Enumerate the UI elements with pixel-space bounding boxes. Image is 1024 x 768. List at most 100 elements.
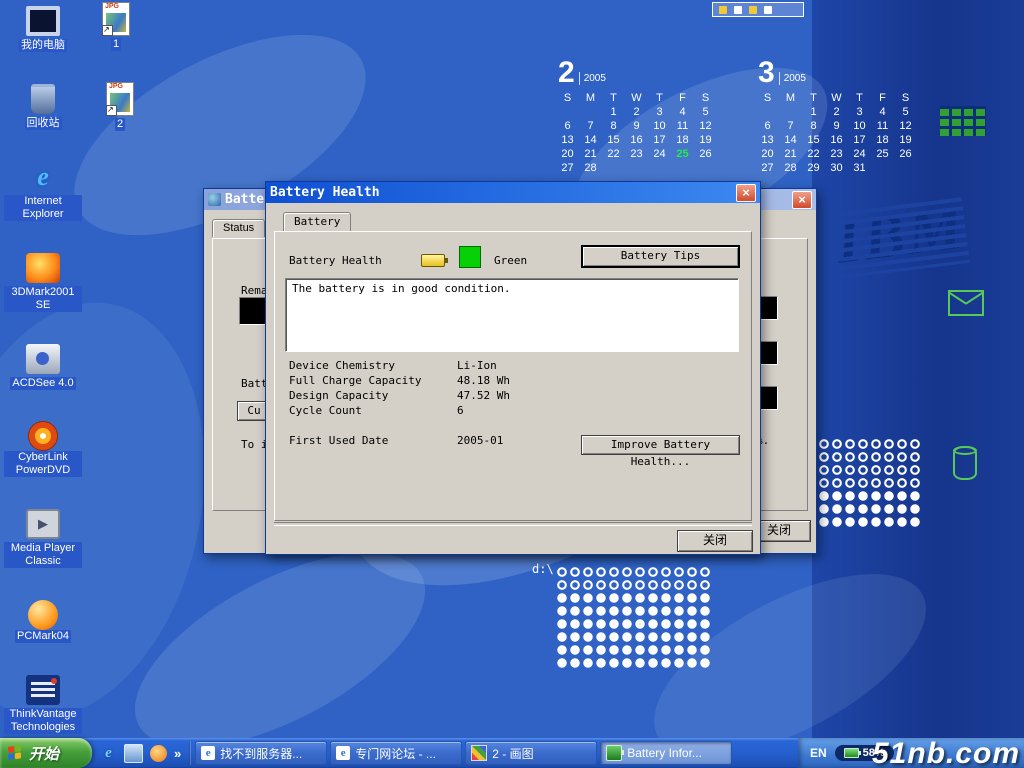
calendar-date: 14	[779, 133, 802, 147]
desktop-icon-3dmark[interactable]: 3DMark2001 SE	[4, 253, 82, 312]
desktop-icon-label: ACDSee 4.0	[10, 377, 75, 390]
wallpaper-dot-grid	[556, 592, 712, 670]
calendar-title: 22005	[558, 54, 717, 88]
calendar-date	[894, 161, 917, 175]
desktop-icon-label: ThinkVantage Technologies	[4, 708, 82, 734]
calendar-day-header: F	[871, 91, 894, 105]
calendar-day-header: S	[894, 91, 917, 105]
condition-textbox[interactable]: The battery is in good condition.	[285, 278, 739, 352]
calendar-date: 15	[802, 133, 825, 147]
jpg-badge: JPG	[109, 83, 123, 90]
desktop-icon-ie[interactable]: Internet Explorer	[4, 162, 82, 221]
field-value: 48.18 Wh	[457, 375, 510, 387]
calendar-date: 15	[602, 133, 625, 147]
first-used-row: First Used Date 2005-01	[289, 435, 503, 447]
tab-battery[interactable]: Battery	[283, 212, 351, 231]
calendar-date: 24	[848, 147, 871, 161]
cylinder-icon	[953, 446, 977, 480]
ie-icon	[201, 746, 215, 760]
plug-icon	[719, 6, 727, 14]
calendar-day-header: T	[602, 91, 625, 105]
speaker-icon	[734, 6, 742, 14]
calendar-date: 26	[894, 147, 917, 161]
desktop-icon-thinkvantage[interactable]: ThinkVantage Technologies	[4, 675, 82, 734]
calendar-date: 9	[825, 119, 848, 133]
field-label: Full Charge Capacity	[289, 375, 457, 387]
field-label: Device Chemistry	[289, 360, 457, 372]
taskbar-task-2[interactable]: 专门网论坛 - ...	[330, 741, 462, 765]
desktop-icon-label: 回收站	[25, 117, 62, 130]
powerdvd-icon	[28, 421, 58, 451]
calendar-date	[871, 161, 894, 175]
dialog-titlebar[interactable]: Battery Health	[266, 182, 760, 203]
calendar-date: 24	[648, 147, 671, 161]
grid-icon	[940, 106, 986, 136]
calendar-day-header: W	[625, 91, 648, 105]
calendar-date	[671, 161, 694, 175]
calendar-date: 20	[756, 147, 779, 161]
close-icon[interactable]	[792, 191, 812, 209]
field-value: 47.52 Wh	[457, 390, 510, 402]
calendar-date: 29	[802, 161, 825, 175]
close-icon[interactable]	[736, 184, 756, 202]
desktop-icon-my-computer[interactable]: 我的电脑	[4, 6, 82, 52]
thinkvantage-icon	[26, 675, 60, 705]
taskbar-task-3[interactable]: 2 - 画图	[465, 741, 597, 765]
calendar-day-header: S	[694, 91, 717, 105]
language-indicator[interactable]: EN	[810, 746, 827, 760]
calendar-date: 5	[894, 105, 917, 119]
close-button[interactable]: 关闭	[677, 530, 753, 552]
calendar-date	[625, 161, 648, 175]
desktop-icon-mpc[interactable]: Media Player Classic	[4, 509, 82, 568]
wallpaper-widget-strip	[712, 2, 804, 17]
3dmark-icon	[26, 253, 60, 283]
calendar-month: 2	[558, 58, 575, 88]
shortcut-arrow-icon	[102, 25, 113, 36]
battery-app-icon	[208, 193, 221, 206]
calendar-date: 2	[825, 105, 848, 119]
battery-tab-page: Battery Health Green Battery Tips The ba…	[274, 231, 752, 521]
keyboard-icon	[764, 6, 772, 14]
quicklaunch-overflow-chevron[interactable]: »	[174, 746, 181, 761]
media-player-quicklaunch-icon[interactable]	[150, 745, 167, 762]
calendar-day-header: M	[779, 91, 802, 105]
battery-tips-button[interactable]: Battery Tips	[581, 245, 740, 268]
calendar-date: 8	[802, 119, 825, 133]
taskbar: 开始 » 找不到服务器... 专门网论坛 - ... 2 - 画图Battery I…	[0, 738, 1024, 768]
pcmark-icon	[28, 600, 58, 630]
calendar-date: 19	[894, 133, 917, 147]
file-shortcut-1[interactable]: JPG1	[94, 2, 138, 51]
calendar-date: 22	[802, 147, 825, 161]
calendar-date: 28	[779, 161, 802, 175]
taskbar-task-1[interactable]: 找不到服务器...	[195, 741, 327, 765]
calendar-date: 10	[848, 119, 871, 133]
health-status-text: Green	[494, 254, 527, 267]
show-desktop-icon[interactable]	[124, 744, 143, 763]
calendar-date: 6	[756, 119, 779, 133]
improve-battery-health-button[interactable]: Improve Battery Health...	[581, 435, 740, 455]
ie-quicklaunch-icon[interactable]	[100, 745, 117, 762]
desktop-icon-powerdvd[interactable]: CyberLink PowerDVD	[4, 421, 82, 477]
calendar-date	[779, 105, 802, 119]
file-shortcut-2[interactable]: JPG2	[98, 82, 142, 131]
my-computer-icon	[26, 6, 60, 36]
task-label: 专门网论坛 - ...	[355, 745, 436, 762]
desktop-icon-acdsee[interactable]: ACDSee 4.0	[4, 344, 82, 390]
watermark: 51nb.com	[872, 737, 1020, 768]
display-icon	[749, 6, 757, 14]
tab-status[interactable]: Status	[212, 219, 265, 237]
field-label: First Used Date	[289, 435, 457, 447]
desktop: 22005SMTWTFS1234567891011121314151617181…	[0, 0, 1024, 768]
dialog-title: Battery Health	[270, 185, 736, 200]
taskbar-task-4[interactable]: Battery Infor...	[600, 741, 732, 765]
desktop-icon-recycle-bin[interactable]: 回收站	[4, 84, 82, 130]
battery-health-dialog: Battery Health Battery Battery Health Gr…	[265, 181, 761, 555]
desktop-icon-pcmark[interactable]: PCMark04	[4, 600, 82, 643]
calendar-date: 17	[648, 133, 671, 147]
desktop-icon-label: Media Player Classic	[4, 542, 82, 568]
calendar-date: 13	[756, 133, 779, 147]
desktop-icon-list: 我的电脑回收站 Internet Explorer 3DMark2001 SE ACD…	[4, 6, 82, 734]
drive-label: d:\	[532, 562, 554, 576]
start-button[interactable]: 开始	[0, 738, 92, 768]
wallpaper-calendar-march: 32005SMTWTFS1234567891011121314151617181…	[756, 54, 917, 175]
